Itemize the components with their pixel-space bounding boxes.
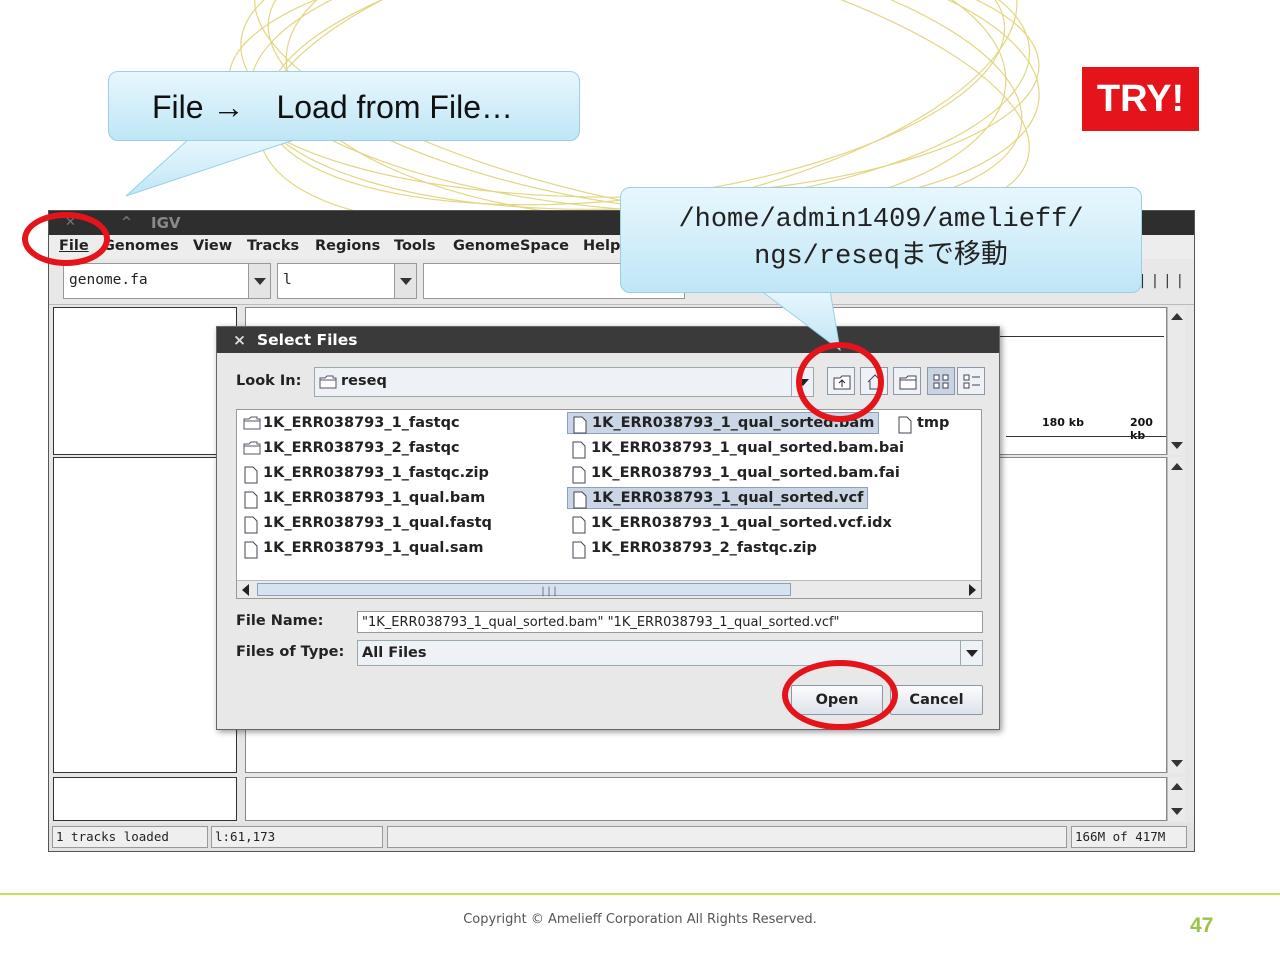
page-number: 47 [1190,914,1214,937]
copyright-text: Copyright © Amelieff Corporation All Rig… [463,912,817,927]
callout-tails [125,137,841,352]
callout-path-line1: /home/admin1409/amelieff/ [678,205,1084,235]
footer-rule [0,893,1280,895]
highlight-ring-open-button [782,660,898,730]
callout-path-text: /home/admin1409/amelieff/ ngs/reseqまで移動 [622,202,1140,276]
callout-load-file-text: File → Load from File… [152,89,513,125]
callout-path-line2: ngs/reseqまで移動 [754,242,1008,272]
try-badge: TRY! [1082,67,1199,131]
highlight-ring-up-folder [796,342,884,422]
highlight-ring-file-menu [22,212,110,266]
